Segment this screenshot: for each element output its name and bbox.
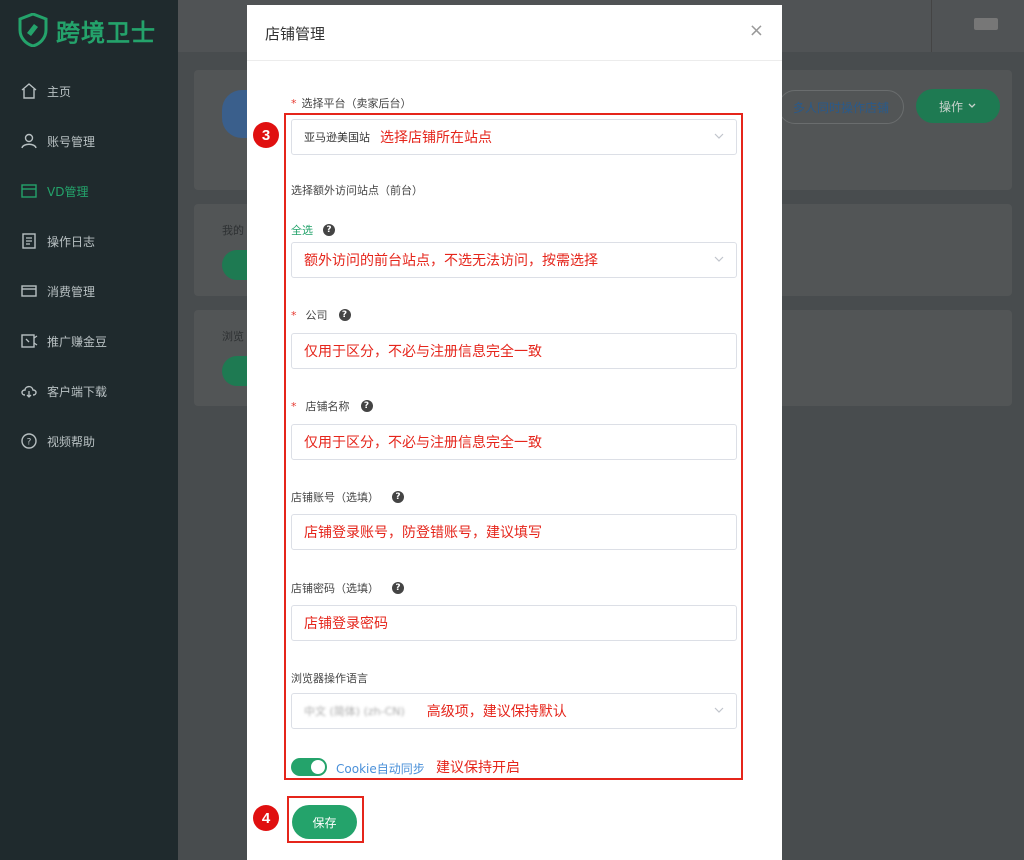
log-icon: [22, 233, 36, 249]
company-input[interactable]: 仅用于区分，不必与注册信息完全一致: [291, 333, 737, 369]
help-icon[interactable]: ?: [323, 224, 335, 236]
company-label-text: 公司: [305, 309, 328, 322]
sidebar: 跨境卫士 主页 账号管理 VD管理 操作日志 消费管理 推广赚金豆 客户端下载 …: [0, 0, 178, 860]
sidebar-item-label: 账号管理: [47, 134, 96, 149]
home-icon: [21, 83, 37, 99]
platform-select[interactable]: 亚马逊美国站 选择店铺所在站点: [291, 119, 737, 155]
shield-logo-icon: [18, 13, 48, 47]
sidebar-item-home[interactable]: 主页: [0, 66, 178, 116]
help-circle-icon: ?: [21, 433, 37, 449]
sidebar-item-promo[interactable]: 推广赚金豆: [0, 316, 178, 366]
close-icon[interactable]: ×: [749, 21, 764, 41]
user-icon: [21, 133, 37, 149]
extra-sites-label: 选择额外访问站点（前台）: [291, 184, 423, 197]
extra-sites-select[interactable]: 额外访问的前台站点，不选无法访问，按需选择: [291, 242, 737, 278]
sidebar-item-download[interactable]: 客户端下载: [0, 366, 178, 416]
dialog-title: 店铺管理: [265, 25, 326, 43]
sidebar-item-label: VD管理: [47, 184, 89, 199]
step-badge-4: 4: [253, 805, 279, 831]
language-select[interactable]: 中文 (简体) (zh-CN) 高级项，建议保持默认: [291, 693, 737, 729]
sidebar-nav: 主页 账号管理 VD管理 操作日志 消费管理 推广赚金豆 客户端下载 ? 视频帮: [0, 66, 178, 466]
account-label-text: 店铺账号（选填）: [291, 491, 379, 504]
select-all-option[interactable]: 全选 ?: [291, 222, 335, 238]
company-annotation: 仅用于区分，不必与注册信息完全一致: [304, 344, 542, 360]
sidebar-item-label: 视频帮助: [47, 434, 96, 449]
sidebar-item-label: 消费管理: [47, 284, 96, 299]
platform-label: * 选择平台（卖家后台）: [291, 95, 412, 111]
toggle-knob: [311, 760, 325, 774]
logo-text: 跨境卫士: [56, 18, 156, 47]
bg-text-browse: 浏览: [222, 330, 244, 343]
password-label-text: 店铺密码（选填）: [291, 582, 379, 595]
svg-text:?: ?: [27, 438, 32, 448]
required-mark: *: [291, 308, 297, 322]
chevron-down-icon: [968, 103, 976, 108]
bg-text-mine: 我的: [222, 224, 244, 237]
help-icon[interactable]: ?: [360, 400, 373, 412]
cookie-annotation: 建议保持开启: [436, 760, 520, 776]
extra-sites-annotation: 额外访问的前台站点，不选无法访问，按需选择: [304, 253, 598, 269]
sidebar-item-billing[interactable]: 消费管理: [0, 266, 178, 316]
help-icon[interactable]: ?: [392, 491, 404, 503]
sidebar-item-accounts[interactable]: 账号管理: [0, 116, 178, 166]
store-name-input[interactable]: 仅用于区分，不必与注册信息完全一致: [291, 424, 737, 460]
sidebar-item-label: 操作日志: [47, 234, 96, 249]
vd-icon: [21, 184, 37, 198]
chevron-down-icon: [714, 707, 724, 713]
promo-icon: [21, 334, 38, 348]
company-label: * 公司 ?: [291, 307, 351, 323]
step-badge-3: 3: [253, 122, 279, 148]
user-name-blurred[interactable]: [974, 18, 998, 30]
account-label: 店铺账号（选填） ?: [291, 489, 404, 505]
bg-add-button[interactable]: [222, 250, 248, 280]
multi-user-button[interactable]: 多人同时操作店铺: [778, 90, 904, 124]
sidebar-item-label: 推广赚金豆: [47, 334, 108, 349]
store-name-label: * 店铺名称 ?: [291, 398, 373, 414]
topbar-divider: [931, 0, 932, 52]
password-annotation: 店铺登录密码: [304, 616, 388, 632]
required-mark: *: [291, 399, 297, 413]
help-icon[interactable]: ?: [392, 582, 404, 594]
cookie-sync-toggle[interactable]: [291, 758, 327, 776]
bg-add-button-2[interactable]: [222, 356, 248, 386]
account-annotation: 店铺登录账号，防登错账号，建议填写: [304, 525, 542, 541]
language-label: 浏览器操作语言: [291, 672, 368, 685]
password-label: 店铺密码（选填） ?: [291, 580, 404, 596]
cloud-download-icon: [21, 385, 37, 398]
store-management-dialog: 店铺管理 × * 选择平台（卖家后台） 亚马逊美国站 选择店铺所在站点 选择额外…: [247, 5, 782, 860]
cookie-sync-label: Cookie自动同步: [336, 762, 425, 776]
save-button[interactable]: 保存: [292, 805, 357, 839]
language-annotation: 高级项，建议保持默认: [426, 704, 567, 720]
sidebar-item-label: 主页: [47, 84, 72, 99]
app-logo: 跨境卫士: [18, 12, 156, 48]
operate-button[interactable]: 操作: [916, 89, 1000, 123]
language-value: 中文 (简体) (zh-CN): [304, 705, 405, 718]
store-name-label-text: 店铺名称: [305, 400, 350, 413]
select-all-label: 全选: [291, 224, 313, 237]
platform-label-text: 选择平台（卖家后台）: [301, 97, 412, 110]
chevron-down-icon: [714, 133, 724, 139]
platform-annotation: 选择店铺所在站点: [380, 130, 492, 146]
chevron-down-icon: [714, 256, 724, 262]
sidebar-item-vd[interactable]: VD管理: [0, 166, 178, 216]
help-icon[interactable]: ?: [338, 309, 351, 321]
sidebar-item-video-help[interactable]: ? 视频帮助: [0, 416, 178, 466]
password-input[interactable]: 店铺登录密码: [291, 605, 737, 641]
sidebar-item-label: 客户端下载: [47, 384, 108, 399]
store-name-annotation: 仅用于区分，不必与注册信息完全一致: [304, 435, 542, 451]
required-mark: *: [291, 96, 297, 110]
card-icon: [21, 285, 37, 297]
sidebar-item-log[interactable]: 操作日志: [0, 216, 178, 266]
dialog-header: 店铺管理 ×: [247, 5, 782, 61]
platform-value: 亚马逊美国站: [304, 131, 370, 144]
account-input[interactable]: 店铺登录账号，防登错账号，建议填写: [291, 514, 737, 550]
operate-label: 操作: [938, 99, 963, 114]
